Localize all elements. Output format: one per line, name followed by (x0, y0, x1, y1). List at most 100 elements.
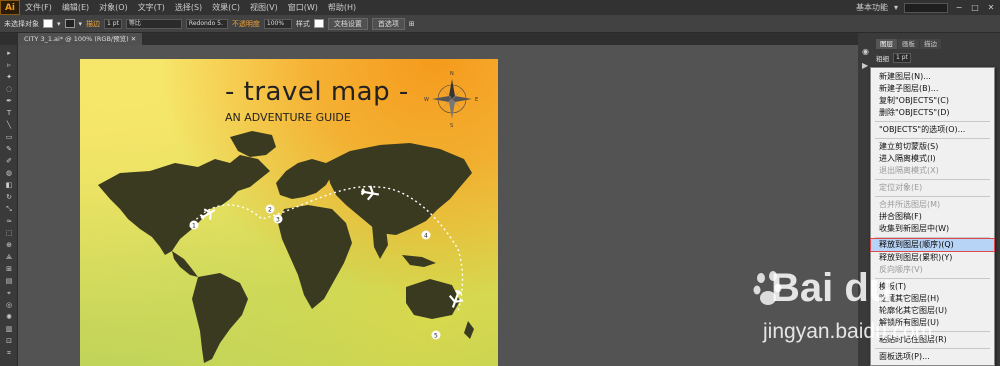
toolbox: ▸ ▹ ✦ ◌ ✒ T ╲ ▭ ✎ ✐ ◍ ◧ ↻ ⤡ ≈ ⬚ ⊕ ⟁ ⊞ ▤ … (0, 45, 18, 366)
india-landmass (372, 225, 388, 259)
fill-chevron-icon[interactable]: ▾ (57, 20, 61, 28)
direct-selection-tool-icon[interactable]: ▹ (4, 61, 14, 69)
maximize-icon[interactable]: □ (970, 3, 980, 12)
fill-swatch[interactable] (43, 19, 53, 28)
search-input[interactable] (904, 2, 948, 13)
menu-item-collect-in-new-layer[interactable]: 收集到新图层中(W) (871, 223, 994, 235)
menu-view[interactable]: 视图(V) (245, 0, 283, 15)
menu-bar: Ai 文件(F) 编辑(E) 对象(O) 文字(T) 选择(S) 效果(C) 视… (0, 0, 1000, 15)
stroke-chevron-icon[interactable]: ▾ (79, 20, 83, 28)
menu-item-delete[interactable]: 删除"OBJECTS"(D) (871, 107, 994, 119)
perspective-tool-icon[interactable]: ⟁ (4, 253, 14, 261)
eraser-tool-icon[interactable]: ◧ (4, 181, 14, 189)
close-tab-icon[interactable]: ✕ (131, 35, 136, 43)
waypoint-label: 4 (424, 233, 428, 240)
menu-item-duplicate[interactable]: 复制"OBJECTS"(C) (871, 95, 994, 107)
menu-item-flatten-artwork[interactable]: 拼合图稿(F) (871, 211, 994, 223)
pencil-tool-icon[interactable]: ✐ (4, 157, 14, 165)
pen-tool-icon[interactable]: ✒ (4, 97, 14, 105)
compass-east-label: E (475, 97, 478, 103)
waypoint-marker-3: 3 (273, 214, 283, 224)
tab-artboards[interactable]: 画板 (898, 39, 919, 49)
panel-stroke-row: 粗细 1 pt (876, 53, 911, 63)
menu-help[interactable]: 帮助(H) (323, 0, 361, 15)
warp-tool-icon[interactable]: ≈ (4, 217, 14, 225)
magic-wand-tool-icon[interactable]: ✦ (4, 73, 14, 81)
document-setup-button[interactable]: 文档设置 (327, 17, 368, 30)
waypoint-label: 1 (192, 223, 196, 230)
rectangle-tool-icon[interactable]: ▭ (4, 133, 14, 141)
selection-status: 未选择对象 (4, 19, 39, 28)
minimize-icon[interactable]: − (954, 3, 964, 12)
mesh-tool-icon[interactable]: ⊞ (4, 265, 14, 273)
panel-tabs: 图层 画板 描边 (876, 39, 941, 49)
chevron-down-icon[interactable]: ▾ (894, 3, 898, 12)
panel-collapse-icon[interactable]: ◉ (862, 47, 872, 57)
line-tool-icon[interactable]: ╲ (4, 121, 14, 129)
menu-item-make-clipping-mask[interactable]: 建立剪切蒙版(S) (871, 141, 994, 153)
waypoint-marker-4: 4 (421, 230, 431, 240)
menu-item-release-to-layers-sequence[interactable]: 释放到图层(顺序)(Q) (870, 238, 995, 252)
slice-tool-icon[interactable]: ⌗ (4, 349, 14, 357)
menu-type[interactable]: 文字(T) (133, 0, 170, 15)
symbol-sprayer-tool-icon[interactable]: ✺ (4, 313, 14, 321)
south-america-landmass (192, 273, 248, 363)
menu-separator (875, 121, 990, 122)
close-icon[interactable]: ✕ (986, 3, 996, 12)
workspace-switcher[interactable]: 基本功能 (856, 2, 888, 13)
stroke-style-select[interactable]: 等比 (125, 18, 182, 29)
menu-file[interactable]: 文件(F) (20, 0, 57, 15)
menu-right: 基本功能 ▾ − □ ✕ (856, 0, 996, 15)
brush-tool-icon[interactable]: ✎ (4, 145, 14, 153)
lasso-tool-icon[interactable]: ◌ (4, 85, 14, 93)
menu-item-new-layer[interactable]: 新建图层(N)... (871, 71, 994, 83)
document-tab[interactable]: CITY 3_1.ai* @ 100% (RGB/预览) ✕ (18, 33, 143, 45)
gradient-tool-icon[interactable]: ▤ (4, 277, 14, 285)
menu-window[interactable]: 窗口(W) (283, 0, 323, 15)
shape-builder-tool-icon[interactable]: ⊕ (4, 241, 14, 249)
preferences-button[interactable]: 首选项 (371, 17, 405, 30)
menu-effect[interactable]: 效果(C) (207, 0, 245, 15)
artboard[interactable]: 1 2 3 4 5 N S E W - travel map - AN ADVE… (80, 59, 498, 366)
document-tab-label: CITY 3_1.ai* @ 100% (RGB/预览) (24, 35, 129, 43)
stroke-swatch[interactable] (64, 19, 75, 28)
panel-stroke-field[interactable]: 1 pt (893, 53, 911, 63)
type-tool-icon[interactable]: T (4, 109, 14, 117)
menu-object[interactable]: 对象(O) (94, 0, 133, 15)
selection-tool-icon[interactable]: ▸ (4, 49, 14, 57)
menu-item-enter-isolation[interactable]: 进入隔离模式(I) (871, 153, 994, 165)
menu-item-new-sublayer[interactable]: 新建子图层(B)... (871, 83, 994, 95)
africa-landmass (278, 205, 352, 309)
eyedropper-tool-icon[interactable]: ⌖ (4, 289, 14, 297)
document-tab-bar: CITY 3_1.ai* @ 100% (RGB/预览) ✕ (0, 33, 860, 45)
menu-select[interactable]: 选择(S) (170, 0, 207, 15)
menu-separator (875, 196, 990, 197)
waypoint-label: 3 (276, 217, 280, 224)
style-swatch[interactable] (313, 19, 324, 28)
brush-select[interactable]: Redondo 5. (185, 18, 228, 29)
rotate-tool-icon[interactable]: ↻ (4, 193, 14, 201)
stroke-label[interactable]: 描边 (86, 19, 100, 29)
opacity-field[interactable]: 100% (263, 18, 292, 29)
scale-tool-icon[interactable]: ⤡ (4, 205, 14, 213)
waypoint-marker-2: 2 (265, 204, 275, 214)
compass-west-label: W (424, 97, 429, 103)
tab-layers[interactable]: 图层 (876, 39, 897, 49)
arrange-icon[interactable]: ⊞ (409, 20, 415, 28)
tab-stroke[interactable]: 描边 (920, 39, 941, 49)
waypoint-label: 2 (268, 207, 272, 214)
stroke-weight-field[interactable]: 1 pt (104, 18, 122, 29)
artwork-subtitle: AN ADVENTURE GUIDE (225, 111, 351, 124)
blend-tool-icon[interactable]: ◎ (4, 301, 14, 309)
menu-item-exit-isolation: 退出隔离模式(X) (879, 166, 939, 175)
menu-item-merge-selected: 合并所选图层(M) (879, 200, 941, 209)
opacity-label[interactable]: 不透明度 (232, 19, 260, 29)
graph-tool-icon[interactable]: ▥ (4, 325, 14, 333)
panel-stroke-label: 粗细 (876, 55, 889, 63)
free-transform-tool-icon[interactable]: ⬚ (4, 229, 14, 237)
canvas-area[interactable]: 1 2 3 4 5 N S E W - travel map - AN ADVE… (18, 45, 858, 366)
menu-item-options[interactable]: "OBJECTS"的选项(O)... (871, 124, 994, 136)
blob-brush-tool-icon[interactable]: ◍ (4, 169, 14, 177)
menu-edit[interactable]: 编辑(E) (57, 0, 94, 15)
artboard-tool-icon[interactable]: ⊡ (4, 337, 14, 345)
